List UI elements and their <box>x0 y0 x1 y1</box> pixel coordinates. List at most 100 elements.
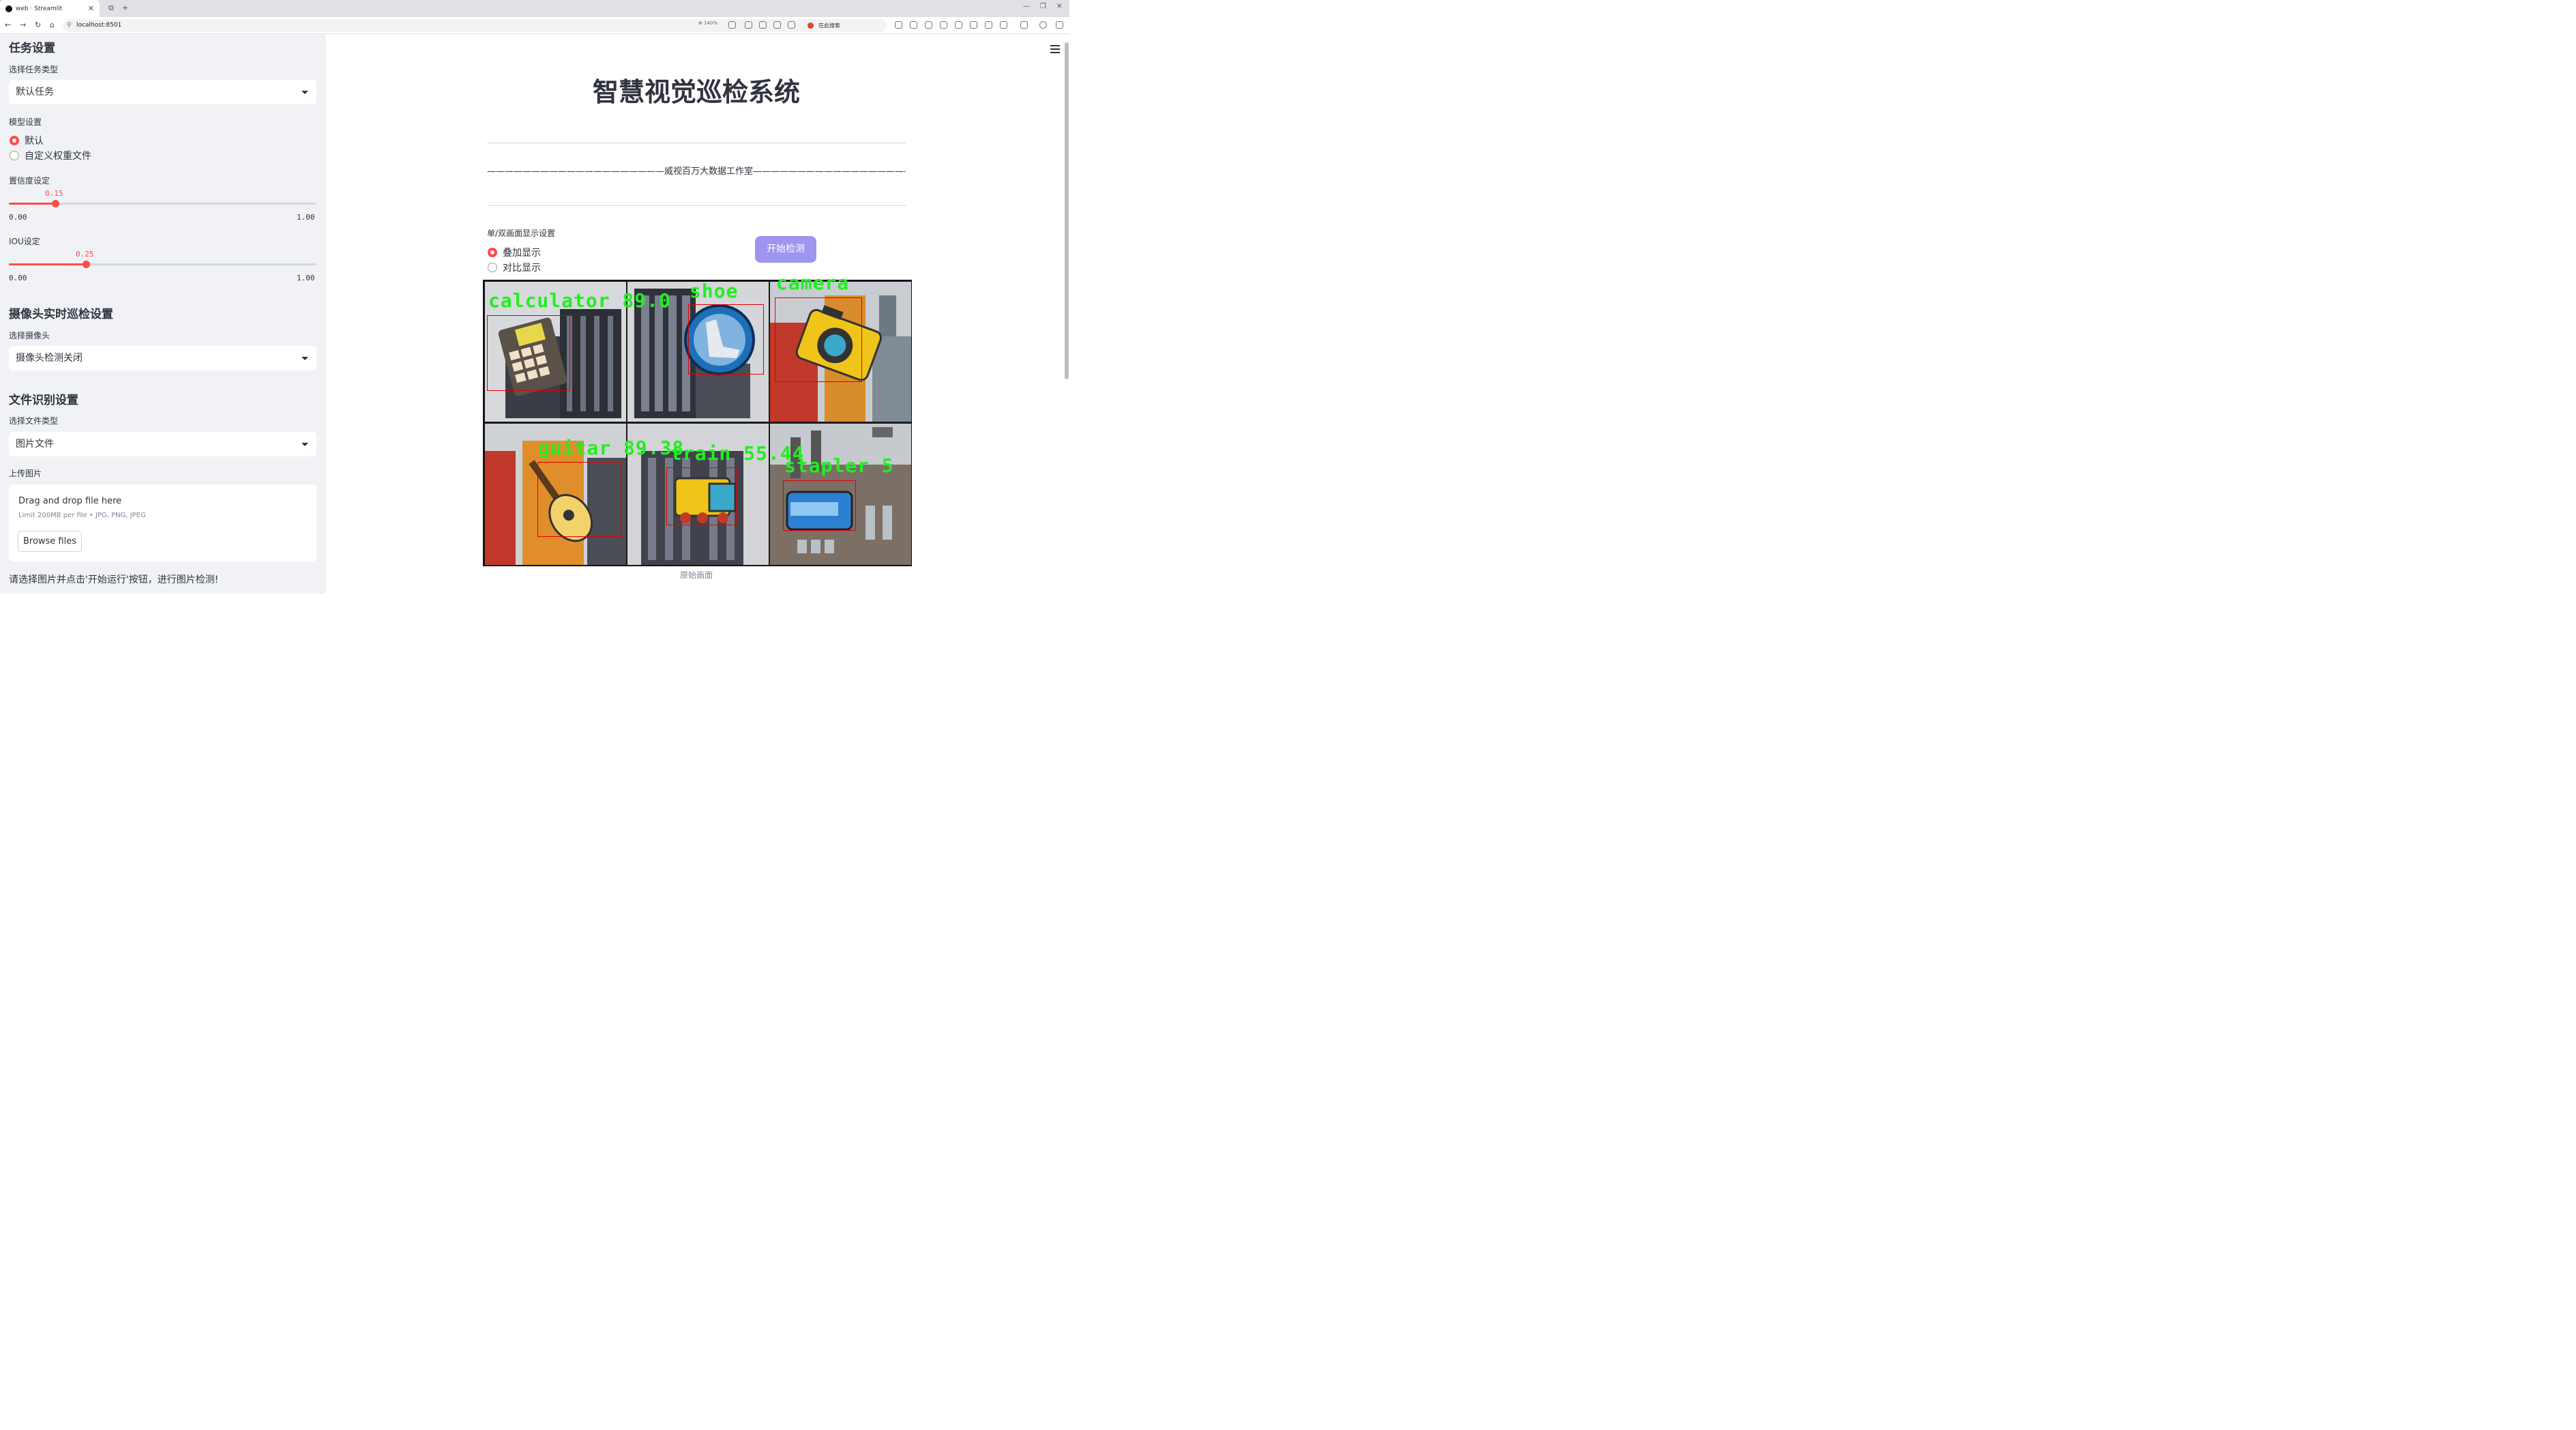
download-icon[interactable] <box>970 21 977 29</box>
file-type-label: 选择文件类型 <box>9 416 59 426</box>
address-bar: ← → ↻ ⌂ ⚲ localhost:8501 ⊕ 140% 在此搜索 <box>0 17 1069 34</box>
start-detection-button[interactable]: 开始检测 <box>755 236 816 263</box>
iou-slider-fill <box>9 263 86 265</box>
lightning-icon[interactable] <box>745 21 752 29</box>
home-icon[interactable]: ⌂ <box>50 20 55 29</box>
forward-icon[interactable]: → <box>20 20 26 29</box>
page-title: 智慧视觉巡检系统 <box>592 77 800 107</box>
radio-unselected-icon[interactable] <box>10 151 19 160</box>
extension-icon[interactable] <box>895 21 902 29</box>
share-icon[interactable] <box>773 21 781 29</box>
chevron-down-icon <box>301 357 308 360</box>
model-settings-label: 模型设置 <box>9 117 42 127</box>
bbox-shoe <box>688 304 764 375</box>
detection-label: stapler 5 <box>784 454 894 477</box>
more-icon[interactable] <box>1020 21 1028 29</box>
iou-max: 1.00 <box>297 274 315 282</box>
minimize-icon[interactable]: — <box>1023 3 1030 10</box>
translate-icon[interactable] <box>728 21 736 29</box>
task-type-value: 默认任务 <box>16 87 54 98</box>
back-icon[interactable]: ← <box>5 20 11 29</box>
confidence-value: 0.15 <box>45 189 63 198</box>
file-type-select[interactable]: 图片文件 <box>9 432 316 456</box>
browser-tab-bar: web · Streamlit ✕ ⧉ + — ❐ ✕ <box>0 0 1069 17</box>
display-mode-label: 单/双画面显示设置 <box>487 229 556 238</box>
confidence-slider-fill <box>9 203 55 205</box>
bbox-stapler <box>783 480 856 531</box>
display-option-overlay[interactable]: 叠加显示 <box>488 246 541 259</box>
app-menu-icon[interactable] <box>1050 45 1060 55</box>
reload-icon[interactable]: ↻ <box>35 20 41 29</box>
new-tab-icon[interactable]: + <box>122 3 128 12</box>
site-info-icon[interactable]: ⚲ <box>67 19 72 32</box>
close-tab-icon[interactable]: ✕ <box>88 4 94 13</box>
search-box[interactable]: 在此搜索 <box>805 19 888 32</box>
display-option-compare[interactable]: 对比显示 <box>488 261 541 274</box>
search-engine-icon <box>808 23 814 29</box>
search-placeholder: 在此搜索 <box>818 23 840 29</box>
dropzone-instructions: Drag and drop file here <box>18 496 122 506</box>
display-option-label: 叠加显示 <box>503 248 541 259</box>
image-caption: 原始画面 <box>679 570 713 580</box>
chevron-down-icon <box>301 443 308 446</box>
star-icon[interactable] <box>788 21 795 29</box>
task-type-select[interactable]: 默认任务 <box>9 80 316 104</box>
file-dropzone[interactable]: Drag and drop file here Limit 200MB per … <box>9 484 316 561</box>
scrollbar[interactable] <box>1065 42 1069 379</box>
menu-icon[interactable] <box>1056 21 1063 29</box>
browser-tab[interactable]: web · Streamlit ✕ <box>0 0 100 17</box>
extension-icon[interactable] <box>940 21 947 29</box>
detection-label: shoe <box>690 280 739 302</box>
screenshot-icon[interactable] <box>759 21 767 29</box>
detection-label: calculator 89.0 <box>488 289 671 312</box>
confidence-slider-handle[interactable] <box>52 200 59 207</box>
detection-image: calculator 89.0 shoe camera guitar 89.38… <box>483 272 912 566</box>
camera-value: 摄像头检测关闭 <box>16 353 83 364</box>
file-settings-heading: 文件识别设置 <box>9 394 78 407</box>
studio-banner: ————————————————————威视百万大数据工作室——————————… <box>487 166 906 177</box>
model-option-default[interactable]: 默认 <box>10 134 44 147</box>
browse-files-button[interactable]: Browse files <box>18 531 82 552</box>
camera-label: 选择摄像头 <box>9 331 50 340</box>
confidence-slider[interactable] <box>9 200 316 207</box>
bbox-camera <box>775 297 862 382</box>
camera-settings-heading: 摄像头实时巡检设置 <box>9 308 113 321</box>
bookmark-icon[interactable] <box>985 21 992 29</box>
model-option-label: 默认 <box>25 136 44 147</box>
confidence-min: 0.00 <box>9 213 27 222</box>
sidebar: 任务设置 选择任务类型 默认任务 模型设置 默认 自定义权重文件 置信度设定 0… <box>0 34 326 594</box>
camera-select[interactable]: 摄像头检测关闭 <box>9 346 316 370</box>
detection-label: camera <box>776 272 850 294</box>
model-option-custom[interactable]: 自定义权重文件 <box>10 149 91 162</box>
sidebar-hint: 请选择图片并点击'开始运行'按钮，进行图片检测! <box>9 574 219 585</box>
file-type-value: 图片文件 <box>16 439 54 450</box>
url-text: localhost:8501 <box>76 22 122 29</box>
divider <box>487 205 906 206</box>
extension-icon[interactable] <box>955 21 962 29</box>
tab-actions-icon[interactable]: ⧉ <box>108 3 114 13</box>
zoom-level: 140% <box>704 20 718 26</box>
radio-selected-icon[interactable] <box>10 136 19 145</box>
confidence-label: 置信度设定 <box>9 176 50 186</box>
profile-avatar[interactable] <box>1039 21 1047 29</box>
bbox-calculator <box>487 315 570 391</box>
radio-selected-icon[interactable] <box>488 248 497 257</box>
streamlit-favicon-icon <box>5 5 12 12</box>
task-type-label: 选择任务类型 <box>9 65 59 74</box>
dropzone-limit: Limit 200MB per file • JPG, PNG, JPEG <box>18 512 146 519</box>
cut-icon[interactable] <box>1000 21 1007 29</box>
extension-icon[interactable] <box>925 21 932 29</box>
confidence-max: 1.00 <box>297 213 315 222</box>
restore-icon[interactable]: ❐ <box>1040 3 1046 10</box>
extension-icon[interactable] <box>910 21 917 29</box>
radio-unselected-icon[interactable] <box>488 263 497 272</box>
iou-label: IOU设定 <box>9 237 40 246</box>
iou-slider-handle[interactable] <box>83 261 90 268</box>
chevron-down-icon <box>301 91 308 94</box>
iou-slider[interactable] <box>9 261 316 268</box>
zoom-indicator[interactable]: ⊕ 140% <box>698 20 717 26</box>
close-window-icon[interactable]: ✕ <box>1056 3 1062 10</box>
display-option-label: 对比显示 <box>503 263 541 274</box>
detection-label: guitar 89.38 <box>538 437 685 459</box>
upload-label: 上传图片 <box>9 469 42 478</box>
